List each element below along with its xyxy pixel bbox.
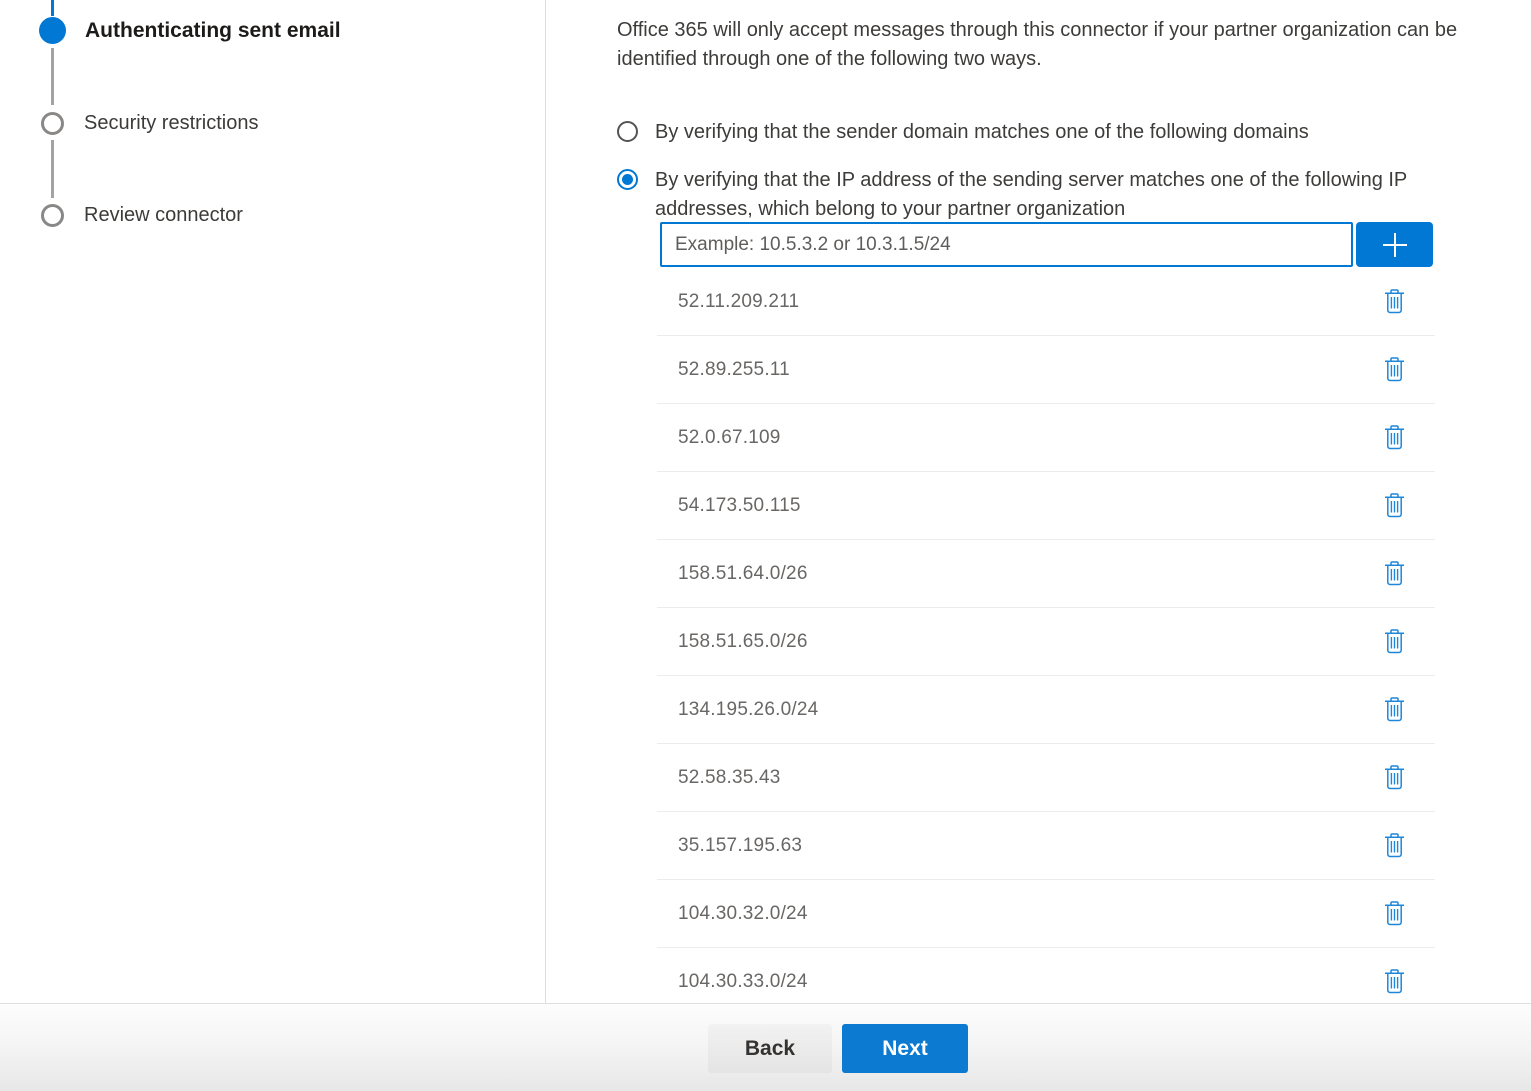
delete-ip-button[interactable] xyxy=(1383,493,1405,519)
trash-icon xyxy=(1384,493,1405,518)
ip-address-value: 52.11.209.211 xyxy=(678,291,799,313)
trash-icon xyxy=(1384,425,1405,450)
delete-ip-button[interactable] xyxy=(1383,833,1405,859)
step-connector-line xyxy=(51,48,54,105)
ip-list-item: 35.157.195.63 xyxy=(657,812,1435,880)
wizard-footer: Back Next xyxy=(0,1003,1531,1091)
delete-ip-button[interactable] xyxy=(1383,289,1405,315)
ip-address-value: 158.51.65.0/26 xyxy=(678,631,808,653)
ip-address-value: 52.58.35.43 xyxy=(678,767,781,789)
trash-icon xyxy=(1384,357,1405,382)
step-connector-line xyxy=(51,140,54,198)
ip-list-item: 52.89.255.11 xyxy=(657,336,1435,404)
option-row-ip-address[interactable]: By verifying that the IP address of the … xyxy=(617,166,1487,224)
step-upcoming-dot-icon xyxy=(41,204,64,227)
ip-list-item: 104.30.32.0/24 xyxy=(657,880,1435,948)
ip-address-value: 134.195.26.0/24 xyxy=(678,699,818,721)
step-review-connector: Review connector xyxy=(84,202,243,229)
trash-icon xyxy=(1384,561,1405,586)
plus-icon xyxy=(1376,226,1414,264)
next-button[interactable]: Next xyxy=(842,1024,968,1073)
sidebar-content-divider xyxy=(545,0,546,1003)
delete-ip-button[interactable] xyxy=(1383,425,1405,451)
ip-address-value: 54.173.50.115 xyxy=(678,495,801,517)
ip-address-value: 52.89.255.11 xyxy=(678,359,790,381)
radio-sender-domain-label[interactable]: By verifying that the sender domain matc… xyxy=(655,118,1309,147)
ip-list-item: 52.0.67.109 xyxy=(657,404,1435,472)
ip-address-value: 35.157.195.63 xyxy=(678,835,802,857)
trash-icon xyxy=(1384,629,1405,654)
trash-icon xyxy=(1384,289,1405,314)
ip-list-item: 158.51.65.0/26 xyxy=(657,608,1435,676)
step-authenticating-sent-email: Authenticating sent email xyxy=(85,17,341,44)
delete-ip-button[interactable] xyxy=(1383,697,1405,723)
ip-entry-row xyxy=(660,222,1433,267)
ip-address-input[interactable] xyxy=(660,222,1353,267)
trash-icon xyxy=(1384,901,1405,926)
back-button[interactable]: Back xyxy=(708,1024,832,1073)
delete-ip-button[interactable] xyxy=(1383,901,1405,927)
option-row-sender-domain[interactable]: By verifying that the sender domain matc… xyxy=(617,118,1309,147)
delete-ip-button[interactable] xyxy=(1383,357,1405,383)
add-ip-button[interactable] xyxy=(1356,222,1433,267)
step-upcoming-dot-icon xyxy=(41,112,64,135)
step-security-restrictions: Security restrictions xyxy=(84,110,259,137)
ip-list-item: 158.51.64.0/26 xyxy=(657,540,1435,608)
delete-ip-button[interactable] xyxy=(1383,561,1405,587)
ip-address-value: 158.51.64.0/26 xyxy=(678,563,808,585)
ip-list-item: 134.195.26.0/24 xyxy=(657,676,1435,744)
radio-ip-address-label[interactable]: By verifying that the IP address of the … xyxy=(655,166,1487,224)
delete-ip-button[interactable] xyxy=(1383,629,1405,655)
step-current-dot-icon xyxy=(39,17,66,44)
ip-list-item: 104.30.33.0/24 xyxy=(657,948,1435,1003)
ip-list-item: 52.58.35.43 xyxy=(657,744,1435,812)
trash-icon xyxy=(1384,765,1405,790)
ip-list-item: 52.11.209.211 xyxy=(657,268,1435,336)
delete-ip-button[interactable] xyxy=(1383,969,1405,995)
delete-ip-button[interactable] xyxy=(1383,765,1405,791)
trash-icon xyxy=(1384,833,1405,858)
trash-icon xyxy=(1384,697,1405,722)
radio-ip-address[interactable] xyxy=(617,169,638,190)
radio-sender-domain[interactable] xyxy=(617,121,638,142)
wizard-steps-sidebar: Authenticating sent email Security restr… xyxy=(0,0,545,1003)
ip-address-value: 52.0.67.109 xyxy=(678,427,781,449)
trash-icon xyxy=(1384,969,1405,994)
ip-address-list: 52.11.209.211 52.89.255.11 xyxy=(657,268,1435,1003)
connector-wizard-page: Authenticating sent email Security restr… xyxy=(0,0,1531,1003)
intro-text: Office 365 will only accept messages thr… xyxy=(617,16,1529,74)
step-connector-line-completed xyxy=(51,0,54,16)
ip-address-value: 104.30.33.0/24 xyxy=(678,971,808,993)
ip-list-item: 54.173.50.115 xyxy=(657,472,1435,540)
ip-address-value: 104.30.32.0/24 xyxy=(678,903,808,925)
